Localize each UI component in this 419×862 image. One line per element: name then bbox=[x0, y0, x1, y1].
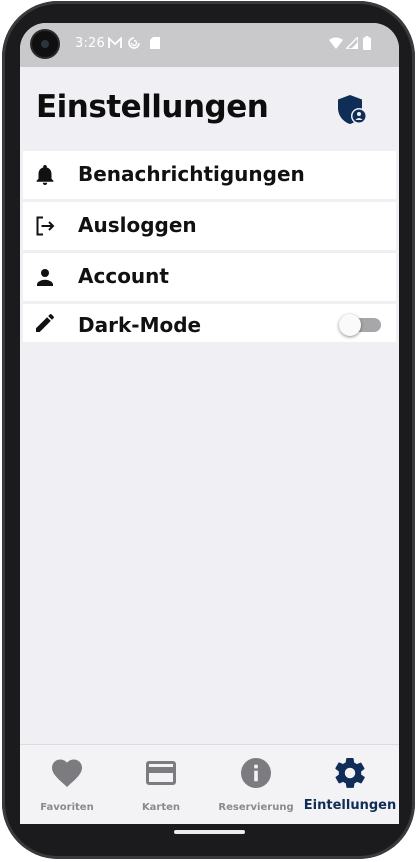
nav-tab-favoriten[interactable]: Favoriten bbox=[20, 745, 114, 824]
settings-list: Benachrichtigungen Ausloggen Account Dar… bbox=[23, 151, 396, 345]
pencil-icon bbox=[36, 314, 54, 332]
settings-item-dark-mode[interactable]: Dark-Mode bbox=[23, 304, 396, 342]
settings-item-notifications[interactable]: Benachrichtigungen bbox=[23, 151, 396, 199]
admin-shield-icon[interactable] bbox=[336, 94, 368, 126]
nav-label: Favoriten bbox=[40, 802, 94, 813]
settings-item-account[interactable]: Account bbox=[23, 253, 396, 301]
signal-icon bbox=[346, 37, 358, 49]
page-header: Einstellungen bbox=[20, 67, 399, 151]
gmail-icon bbox=[108, 37, 122, 48]
bell-icon bbox=[36, 165, 54, 185]
status-time: 3:26 bbox=[75, 36, 105, 51]
person-icon bbox=[37, 269, 53, 286]
nav-label: Karten bbox=[141, 802, 181, 813]
settings-item-label: Ausloggen bbox=[78, 213, 197, 237]
settings-item-label: Account bbox=[78, 264, 169, 288]
gear-icon bbox=[335, 757, 365, 788]
settings-item-label: Dark-Mode bbox=[78, 313, 202, 337]
toggle-knob bbox=[339, 314, 361, 336]
phone-device: 3:26 Einstellungen Benachrichtigungen Au… bbox=[0, 0, 419, 862]
card-icon bbox=[146, 761, 176, 785]
app-screen: 3:26 Einstellungen Benachrichtigungen Au… bbox=[20, 23, 399, 824]
logout-icon bbox=[36, 216, 55, 236]
nav-tab-reservierung[interactable]: Reservierung bbox=[209, 745, 303, 824]
front-camera bbox=[32, 31, 58, 57]
info-icon bbox=[241, 758, 271, 788]
nav-label: Reservierung bbox=[218, 802, 294, 813]
sync-icon bbox=[128, 37, 140, 49]
home-indicator[interactable] bbox=[174, 830, 245, 834]
settings-item-logout[interactable]: Ausloggen bbox=[23, 202, 396, 250]
sd-card-icon bbox=[150, 37, 160, 49]
bottom-nav: Favoriten Karten Reservierung Eintellung… bbox=[20, 744, 399, 824]
nav-tab-eintellungen[interactable]: Eintellungen bbox=[303, 745, 397, 824]
heart-icon bbox=[52, 759, 82, 787]
dark-mode-toggle[interactable] bbox=[339, 313, 381, 336]
nav-label: Eintellungen bbox=[303, 798, 397, 813]
settings-item-label: Benachrichtigungen bbox=[78, 162, 305, 186]
page-title: Einstellungen bbox=[36, 89, 269, 125]
battery-icon bbox=[363, 36, 371, 50]
status-bar: 3:26 bbox=[20, 23, 399, 67]
nav-tab-karten[interactable]: Karten bbox=[114, 745, 208, 824]
wifi-icon bbox=[329, 37, 343, 49]
